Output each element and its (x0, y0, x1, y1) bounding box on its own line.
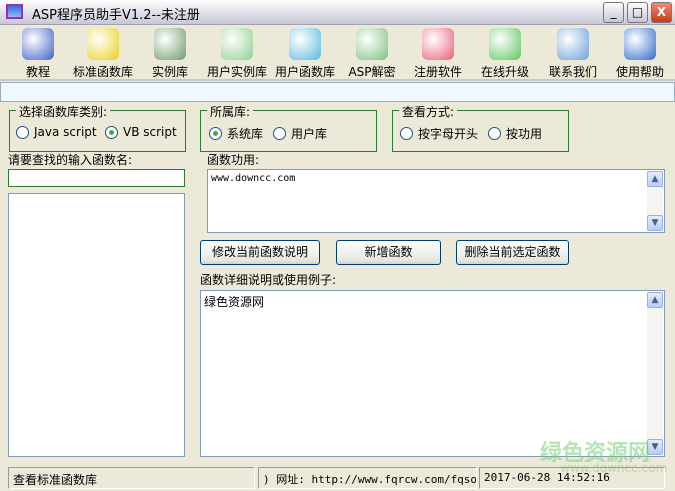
toolbar-label: ASP解密 (348, 65, 396, 79)
toolbar-button-0[interactable]: 教程 (4, 28, 72, 80)
toolbar-button-4[interactable]: 用户函数库 (271, 28, 339, 80)
toolbar-label: 教程 (25, 65, 50, 79)
scrollbar[interactable]: ▲ ▼ (647, 171, 663, 231)
radio-circle[interactable] (209, 127, 222, 140)
title-bar: ASP程序员助手V1.2--未注册 _ □ X (0, 0, 675, 25)
status-panel-url: ) 网址: http://www.fqrcw.com/fqsoft/ (258, 467, 477, 489)
view-group-title: 查看方式: (399, 103, 458, 120)
toolbar-button-9[interactable]: 使用帮助 (606, 28, 674, 80)
toolbar-label: 使用帮助 (615, 65, 664, 79)
toolbar-button-7[interactable]: 在线升级 (471, 28, 539, 80)
info-strip (0, 82, 675, 102)
toolbar-button-3[interactable]: 用户实例库 (203, 28, 271, 80)
function-use-label: 函数功用: (207, 153, 260, 167)
edit-function-button[interactable]: 修改当前函数说明 (200, 240, 320, 265)
radio-javascript[interactable]: Java script (16, 125, 97, 139)
details-text: 绿色资源网 (204, 295, 265, 309)
search-label: 请要查找的输入函数名: (8, 153, 133, 167)
toolbar-button-5[interactable]: ASP解密 (338, 28, 406, 80)
minimize-button[interactable]: _ (603, 2, 624, 23)
scrollbar[interactable]: ▲ ▼ (647, 292, 663, 455)
function-use-textarea[interactable]: www.downcc.com ▲ ▼ (207, 169, 665, 233)
details-textarea[interactable]: 绿色资源网 ▲ ▼ (200, 290, 665, 457)
delete-function-button[interactable]: 删除当前选定函数 (456, 240, 569, 265)
radio-label: 按字母开头 (418, 127, 479, 141)
radio-label: 系统库 (227, 127, 264, 141)
function-use-text: www.downcc.com (211, 173, 296, 184)
radio-circle[interactable] (488, 127, 501, 140)
radio-circle[interactable] (105, 125, 118, 139)
toolbar-label: 标准函数库 (72, 65, 133, 79)
toolbar-label: 联系我们 (548, 65, 597, 79)
upgrade-arrow-icon (489, 28, 521, 60)
picture-icon (356, 28, 388, 60)
user-chat-icon (289, 28, 321, 60)
disc-icon (221, 28, 253, 60)
window-title: ASP程序员助手V1.2--未注册 (32, 8, 200, 23)
radio-label: Java script (34, 125, 97, 139)
radio-circle[interactable] (400, 127, 413, 140)
scroll-down-icon[interactable]: ▼ (647, 215, 663, 231)
toolbar-label: 注册软件 (413, 65, 462, 79)
folder-icon (154, 28, 186, 60)
book-pen-icon (557, 28, 589, 60)
status-panel-time: 2017-06-28 14:52:16 (479, 467, 665, 489)
toolbar-label: 实例库 (151, 65, 188, 79)
view-group: 查看方式: 按字母开头 按功用 (392, 103, 569, 152)
library-group: 所属库: 系统库 用户库 (200, 103, 377, 152)
hearts-icon (422, 28, 454, 60)
status-panel-left: 查看标准函数库 (8, 467, 255, 489)
library-group-title: 所属库: (207, 103, 254, 120)
toolbar-button-8[interactable]: 联系我们 (539, 28, 607, 80)
books-icon (22, 28, 54, 60)
toolbar-label: 用户实例库 (206, 65, 267, 79)
radio-user-library[interactable]: 用户库 (273, 125, 327, 142)
category-group: 选择函数库类别: Java script VB script (9, 103, 186, 152)
category-group-title: 选择函数库类别: (16, 103, 111, 120)
radio-vbscript[interactable]: VB script (105, 125, 177, 139)
radio-circle[interactable] (16, 125, 29, 139)
radio-by-letter[interactable]: 按字母开头 (400, 125, 478, 142)
toolbar-button-2[interactable]: 实例库 (136, 28, 204, 80)
radio-by-function[interactable]: 按功用 (488, 125, 542, 142)
radio-label: 用户库 (291, 127, 328, 141)
add-function-button[interactable]: 新增函数 (336, 240, 441, 265)
toolbar-button-6[interactable]: 注册软件 (404, 28, 472, 80)
close-button[interactable]: X (651, 2, 672, 23)
cubes-icon (87, 28, 119, 60)
search-input[interactable] (8, 169, 185, 187)
toolbar: 教程 标准函数库 实例库 用户实例库 用户函数库 ASP解密 注册软件 在线升级 联系我们 使用帮… (0, 25, 675, 81)
function-list[interactable] (8, 193, 185, 457)
toolbar-label: 用户函数库 (274, 65, 335, 79)
scroll-up-icon[interactable]: ▲ (647, 292, 663, 308)
radio-system-library[interactable]: 系统库 (209, 125, 263, 142)
radio-circle[interactable] (273, 127, 286, 140)
radio-label: 按功用 (506, 127, 543, 141)
scroll-up-icon[interactable]: ▲ (647, 171, 663, 187)
toolbar-label: 在线升级 (480, 65, 529, 79)
details-label: 函数详细说明或使用例子: (200, 273, 337, 287)
app-icon (6, 4, 23, 19)
maximize-button[interactable]: □ (627, 2, 648, 23)
help-icon (624, 28, 656, 60)
radio-label: VB script (123, 125, 177, 139)
toolbar-button-1[interactable]: 标准函数库 (69, 28, 137, 80)
